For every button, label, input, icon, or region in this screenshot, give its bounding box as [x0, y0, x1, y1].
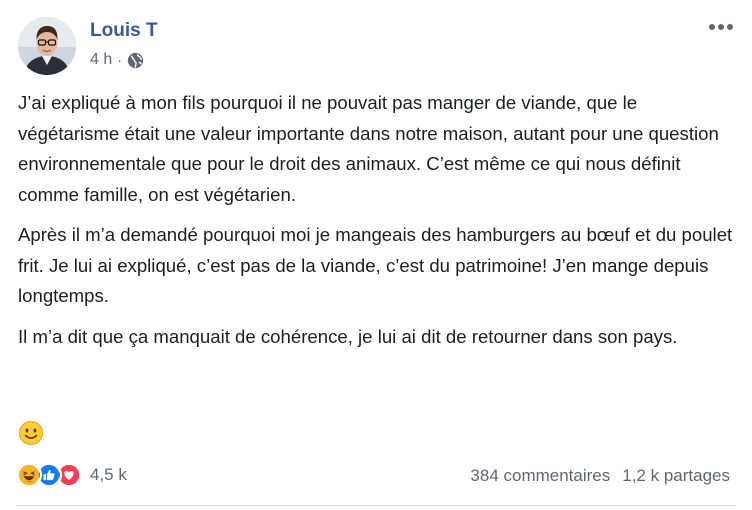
post-card: Louis T 4 h · J’ai expliqué à mon fils p…	[0, 0, 752, 510]
shares-count-link[interactable]: 1,2 k partages	[622, 466, 730, 486]
reaction-count[interactable]: 4,5 k	[90, 465, 127, 485]
haha-icon	[16, 462, 42, 488]
post-paragraph-2: Après il m’a demandé pourquoi moi je man…	[18, 224, 733, 306]
more-options-icon	[709, 24, 733, 30]
post-stats: 384 commentaires 1,2 k partages	[470, 466, 730, 486]
profile-photo-icon	[18, 17, 76, 75]
author-name[interactable]: Louis T	[90, 20, 158, 42]
post-paragraph-3: Il m’a dit que ça manquait de cohérence,…	[18, 325, 678, 347]
post-paragraph-1: J’ai expliqué à mon fils pourquoi il ne …	[18, 92, 719, 205]
reactions-bar[interactable]: 4,5 k	[16, 462, 127, 488]
globe-icon[interactable]	[127, 52, 144, 69]
meta-separator: ·	[117, 52, 122, 68]
post-time[interactable]: 4 h	[90, 51, 112, 69]
more-options-button[interactable]	[706, 16, 736, 38]
comments-count-link[interactable]: 384 commentaires	[470, 466, 610, 486]
avatar[interactable]	[18, 17, 76, 75]
post-body: J’ai expliqué à mon fils pourquoi il ne …	[18, 88, 738, 362]
slightly-smiling-face-icon	[19, 421, 43, 445]
post-meta: 4 h ·	[90, 51, 144, 69]
divider	[16, 505, 736, 506]
